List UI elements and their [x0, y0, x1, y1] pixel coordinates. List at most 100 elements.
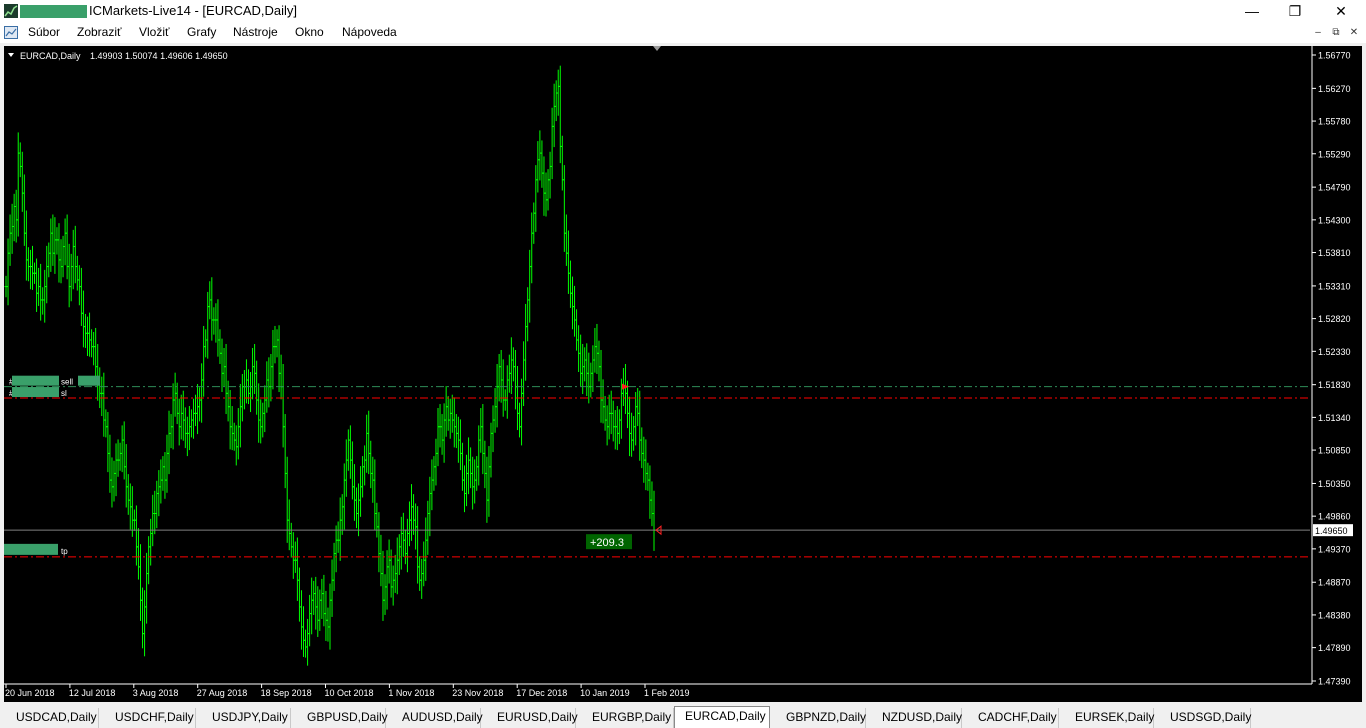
tab-usdcad[interactable]: USDCAD,Daily [0, 708, 99, 728]
price-bar [603, 396, 607, 431]
minimize-button[interactable]: — [1229, 0, 1275, 23]
price-bar [110, 457, 114, 508]
price-bar [410, 484, 414, 541]
time-tick-label: 12 Jul 2018 [69, 688, 116, 698]
price-bar [493, 388, 497, 433]
price-bar [322, 574, 326, 627]
menu-file[interactable]: Súbor [28, 25, 60, 39]
profit-text: +209.3 [590, 537, 624, 549]
caret-down-icon[interactable] [8, 53, 14, 57]
price-bar [295, 537, 299, 601]
menu-tools[interactable]: Nástroje [233, 25, 278, 39]
chart-shift-marker[interactable] [653, 46, 661, 51]
menu-window[interactable]: Okno [295, 25, 324, 39]
current-price-tag: 1.49650 [1313, 524, 1353, 537]
menu-charts[interactable]: Grafy [187, 25, 216, 39]
price-bar [540, 140, 544, 188]
menu-help[interactable]: Nápoveda [342, 25, 397, 39]
price-bars [4, 65, 656, 666]
chart-window[interactable]: 1.56770 1.56270 1.55780 1.55290 1.54790 1.543… [4, 46, 1362, 702]
menu-insert[interactable]: Vložiť [139, 25, 170, 39]
price-bar [583, 347, 587, 382]
price-bar [377, 512, 381, 573]
price-bar [314, 576, 318, 630]
time-tick-label: 10 Oct 2018 [325, 688, 374, 698]
price-bar [12, 193, 16, 242]
maximize-button[interactable]: ❐ [1272, 0, 1318, 23]
tab-cadchf[interactable]: CADCHF,Daily [962, 708, 1059, 728]
tab-usdchf[interactable]: USDCHF,Daily [99, 708, 196, 728]
price-bar [420, 558, 424, 599]
price-bar [281, 363, 285, 448]
mdi-minimize-button[interactable]: – [1311, 26, 1325, 40]
price-bar [22, 174, 26, 246]
price-bar [617, 409, 621, 445]
current-price-text: 1.49650 [1315, 526, 1348, 536]
price-bar [141, 587, 145, 649]
price-bar [86, 316, 90, 356]
price-bar [626, 380, 630, 429]
sell-order-label[interactable]: # sell [9, 375, 100, 387]
tab-usdsgd[interactable]: USDSGD,Daily [1154, 708, 1251, 728]
price-bar [483, 440, 487, 489]
menu-view[interactable]: Zobraziť [77, 25, 122, 39]
price-bar [157, 470, 161, 517]
price-bar [546, 169, 550, 211]
price-bar [275, 329, 279, 358]
price-bar [383, 574, 387, 615]
price-tick-label: 1.54300 [1318, 215, 1351, 225]
price-bar [175, 382, 179, 425]
price-bar [395, 537, 399, 595]
sell-ticket-redacted [12, 375, 59, 386]
time-tick-label: 20 Jun 2018 [5, 688, 55, 698]
price-bar [73, 225, 77, 284]
price-bar [200, 363, 204, 423]
app-icon [4, 4, 18, 18]
price-bar [238, 384, 242, 448]
price-bar [475, 456, 479, 491]
price-bar [450, 394, 454, 433]
price-bar [644, 439, 648, 491]
price-bar [35, 258, 39, 312]
chart-window-icon[interactable] [4, 26, 18, 39]
price-bar [589, 362, 593, 398]
price-chart[interactable]: 1.56770 1.56270 1.55780 1.55290 1.54790 1.543… [4, 46, 1362, 702]
price-bar [124, 444, 128, 508]
price-bar [570, 276, 574, 330]
price-tick-label: 1.50850 [1318, 446, 1351, 456]
time-scale: 20 Jun 2018 12 Jul 2018 3 Aug 2018 27 Aug 2… [5, 684, 690, 698]
price-bar [98, 367, 102, 409]
tab-usdjpy[interactable]: USDJPY,Daily [196, 708, 291, 728]
mdi-close-button[interactable]: ✕ [1347, 26, 1361, 40]
tab-eurgbp[interactable]: EURGBP,Daily [576, 708, 674, 728]
price-bar [228, 390, 232, 450]
tab-gbpnzd[interactable]: GBPNZD,Daily [770, 708, 866, 728]
tab-eurusd[interactable]: EURUSD,Daily [481, 708, 578, 728]
stop-loss-label[interactable]: # sl [9, 387, 67, 398]
tab-eurcad[interactable]: EURCAD,Daily [674, 706, 770, 728]
price-bar [530, 212, 534, 284]
tab-gbpusd[interactable]: GBPUSD,Daily [291, 708, 388, 728]
price-bar [39, 263, 43, 321]
price-tick-label: 1.50350 [1318, 479, 1351, 489]
price-tick-label: 1.49370 [1318, 544, 1351, 554]
price-bar [352, 464, 356, 521]
tab-audusd[interactable]: AUDUSD,Daily [386, 708, 483, 728]
price-bar [251, 347, 255, 400]
price-bar [357, 483, 361, 537]
price-bar [8, 214, 12, 266]
tab-eursek[interactable]: EURSEK,Daily [1059, 708, 1154, 728]
price-bar [55, 227, 59, 255]
price-bar [196, 384, 200, 435]
close-button[interactable]: ✕ [1318, 0, 1364, 23]
tp-ticket-redacted [4, 543, 58, 555]
take-profit-label[interactable]: tp [4, 543, 68, 556]
tab-nzdusd[interactable]: NZDUSD,Daily [866, 708, 962, 728]
price-bar [526, 287, 530, 342]
price-bar [14, 189, 18, 243]
mdi-restore-button[interactable]: ⧉ [1329, 26, 1343, 40]
price-bar [255, 360, 259, 415]
price-bar [149, 518, 153, 566]
price-bar [579, 334, 583, 387]
price-bar [632, 416, 636, 451]
